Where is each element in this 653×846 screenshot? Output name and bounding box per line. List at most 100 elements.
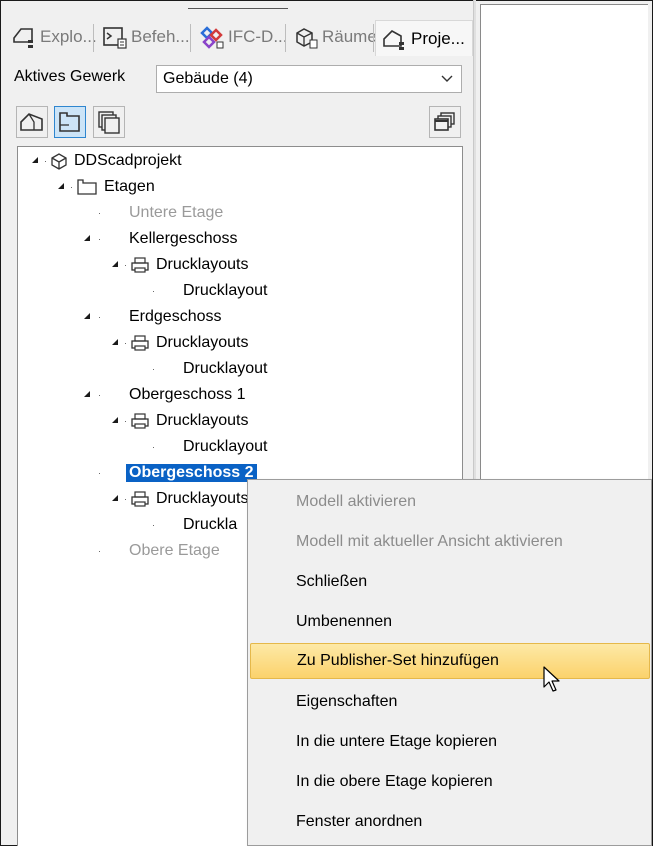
tree-label: DDScadprojekt bbox=[74, 152, 182, 169]
tree-node-kellergeschoss[interactable]: Kellergeschoss bbox=[129, 227, 238, 251]
tab-divider bbox=[93, 24, 94, 52]
tree-node-drucklayout[interactable]: Drucklayout bbox=[183, 279, 267, 303]
expand-arrow[interactable] bbox=[112, 495, 118, 501]
tree-label: Untere Etage bbox=[129, 204, 224, 221]
tree-label: Obergeschoss 1 bbox=[129, 386, 246, 403]
floors-folder-icon bbox=[77, 179, 97, 195]
tree-connector bbox=[99, 239, 100, 240]
menu-item-untere-etage-kopieren[interactable]: In die untere Etage kopieren bbox=[249, 724, 651, 760]
tree-label: Drucklayouts bbox=[156, 412, 249, 429]
menu-label: Modell aktivieren bbox=[296, 493, 417, 510]
menu-item-modell-aktivieren[interactable]: Modell aktivieren bbox=[249, 484, 651, 520]
expand-arrow[interactable] bbox=[112, 261, 118, 267]
menu-label: Umbenennen bbox=[296, 613, 393, 630]
tree-node-drucklayouts[interactable]: Drucklayouts bbox=[130, 331, 248, 355]
tree-connector bbox=[125, 421, 126, 422]
building-view-icon bbox=[20, 113, 43, 131]
tree-node-erdgeschoss[interactable]: Erdgeschoss bbox=[129, 305, 222, 329]
tree-label: Kellergeschoss bbox=[129, 230, 238, 247]
tree-label: Obergeschoss 2 bbox=[126, 464, 257, 482]
tree-connector bbox=[153, 369, 154, 370]
tree-label: Drucklayout bbox=[183, 438, 268, 455]
tab-label: Befeh... bbox=[131, 27, 190, 46]
menu-item-publisher-set[interactable]: Zu Publisher-Set hinzufügen bbox=[250, 643, 650, 679]
menu-item-modell-ansicht-aktivieren[interactable]: Modell mit aktueller Ansicht aktivieren bbox=[249, 524, 651, 560]
floor-view-icon bbox=[59, 112, 80, 132]
menu-label: Schließen bbox=[296, 573, 368, 590]
project-icon bbox=[383, 29, 404, 50]
tree-node-drucklayout[interactable]: Druckla bbox=[183, 513, 237, 537]
tree-connector bbox=[45, 161, 46, 162]
tab-raeume[interactable]: Räume bbox=[287, 20, 377, 54]
tree-node-obere-etage[interactable]: Obere Etage bbox=[129, 539, 220, 563]
tree-node-drucklayouts[interactable]: Drucklayouts bbox=[130, 409, 248, 433]
tab-befehle[interactable]: Befeh... bbox=[96, 20, 194, 54]
tree-connector bbox=[71, 187, 72, 188]
tree-node-drucklayouts[interactable]: Drucklayouts bbox=[130, 487, 248, 511]
layouts-view-button[interactable] bbox=[93, 106, 125, 138]
expand-arrow[interactable] bbox=[112, 417, 118, 423]
menu-label: In die obere Etage kopieren bbox=[296, 773, 493, 790]
tree-connector bbox=[99, 395, 100, 396]
expand-arrow[interactable] bbox=[58, 183, 64, 189]
tab-scroll-indicator bbox=[188, 8, 288, 9]
rooms-icon bbox=[296, 28, 318, 49]
tree-connector bbox=[125, 499, 126, 500]
tab-label: IFC-D... bbox=[228, 27, 288, 46]
menu-item-fenster-anordnen[interactable]: Fenster anordnen bbox=[249, 804, 651, 840]
gewerk-select[interactable]: Gebäude (4) bbox=[156, 65, 462, 93]
expand-arrow[interactable] bbox=[84, 313, 90, 319]
menu-label: Modell mit aktueller Ansicht aktivieren bbox=[296, 533, 563, 550]
window-arrange-icon bbox=[434, 112, 455, 131]
tree-label: Drucklayouts bbox=[156, 334, 249, 351]
tree-node-untere-etage[interactable]: Untere Etage bbox=[129, 201, 223, 225]
window-arrange-button[interactable] bbox=[429, 106, 461, 138]
tab-label: Räume bbox=[322, 27, 377, 46]
tree-node-drucklayout[interactable]: Drucklayout bbox=[183, 357, 267, 381]
tree-node-obergeschoss-1[interactable]: Obergeschoss 1 bbox=[129, 383, 246, 407]
tree-node-obergeschoss-2[interactable]: Obergeschoss 2 bbox=[126, 461, 257, 485]
tree-connector bbox=[99, 551, 100, 552]
menu-label: In die untere Etage kopieren bbox=[296, 733, 498, 750]
menu-label: Fenster anordnen bbox=[296, 813, 423, 830]
tree-connector bbox=[99, 473, 100, 474]
menu-item-umbenennen[interactable]: Umbenennen bbox=[249, 604, 651, 640]
expand-arrow[interactable] bbox=[84, 391, 90, 397]
tab-divider bbox=[190, 24, 191, 52]
tree-label: Etagen bbox=[104, 178, 155, 195]
tree-node-drucklayouts[interactable]: Drucklayouts bbox=[130, 253, 248, 277]
explorer-icon bbox=[13, 28, 33, 48]
expand-arrow[interactable] bbox=[32, 157, 38, 163]
tree-connector bbox=[153, 525, 154, 526]
printer-icon bbox=[131, 335, 149, 351]
menu-label: Zu Publisher-Set hinzufügen bbox=[297, 652, 499, 669]
menu-item-schliessen[interactable]: Schließen bbox=[249, 564, 651, 600]
menu-label: Eigenschaften bbox=[296, 693, 398, 710]
menu-item-obere-etage-kopieren[interactable]: In die obere Etage kopieren bbox=[249, 764, 651, 800]
context-menu: Modell aktivieren Modell mit aktueller A… bbox=[247, 479, 652, 846]
printer-icon bbox=[131, 257, 149, 273]
tree-label: Drucklayout bbox=[183, 360, 268, 377]
tab-ifc[interactable]: IFC-D... bbox=[193, 20, 289, 54]
chevron-down-icon bbox=[441, 75, 453, 82]
tree-node-drucklayout[interactable]: Drucklayout bbox=[183, 435, 267, 459]
gewerk-label: Aktives Gewerk bbox=[14, 68, 126, 85]
tab-projekt[interactable]: Proje... bbox=[375, 20, 473, 56]
tree-label: Obere Etage bbox=[129, 542, 220, 559]
expand-arrow[interactable] bbox=[112, 339, 118, 345]
tree-label: Erdgeschoss bbox=[129, 308, 222, 325]
tab-explorer[interactable]: Explo... bbox=[5, 20, 96, 54]
tree-node-root[interactable]: DDScadprojekt bbox=[50, 149, 182, 173]
tree-node-etagen[interactable]: Etagen bbox=[76, 175, 155, 199]
printer-icon bbox=[131, 413, 149, 429]
expand-arrow[interactable] bbox=[84, 235, 90, 241]
building-view-button[interactable] bbox=[16, 106, 48, 138]
layouts-view-icon bbox=[98, 111, 120, 134]
project-cube-icon bbox=[51, 153, 67, 170]
tree-label: Drucklayouts bbox=[156, 256, 249, 273]
tree-label: Drucklayout bbox=[183, 282, 268, 299]
tree-connector bbox=[125, 343, 126, 344]
menu-item-eigenschaften[interactable]: Eigenschaften bbox=[249, 684, 651, 720]
floor-view-button[interactable] bbox=[54, 106, 86, 138]
tree-connector bbox=[153, 291, 154, 292]
